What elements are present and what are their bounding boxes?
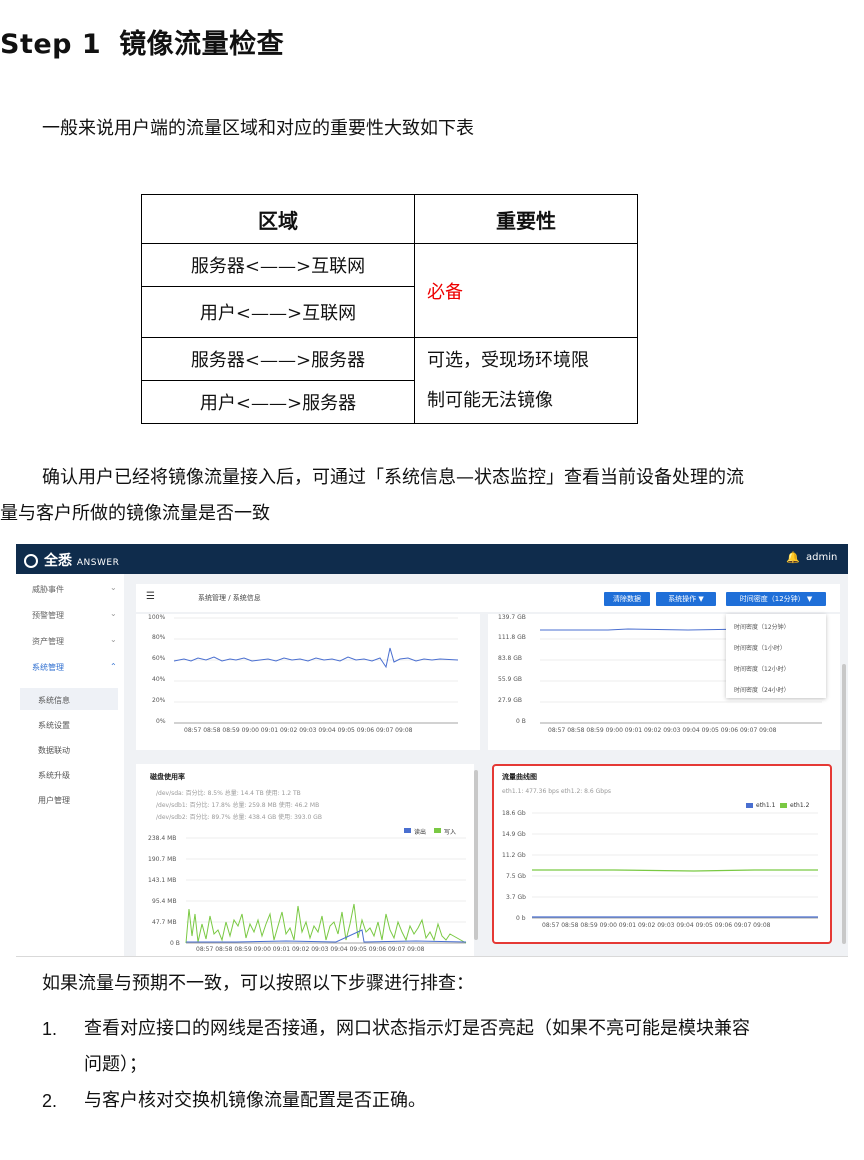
step-number: Step 1	[0, 29, 102, 60]
step-num: 2.	[42, 1091, 58, 1111]
sidebar-item-system[interactable]: 系统管理	[32, 662, 64, 673]
submenu-system-settings[interactable]: 系统设置	[38, 720, 70, 731]
dropdown-option[interactable]: 时间密度（24小时）	[734, 685, 790, 694]
x-ticks: 08:57 08:58 08:59 09:00 09:01 09:02 09:0…	[542, 922, 771, 929]
area-cell: 服务器<——>互联网	[141, 243, 415, 287]
col-header-importance: 重要性	[414, 194, 638, 244]
chevron-up-icon: ⌃	[110, 662, 117, 671]
importance-optional-line1: 可选，受现场环境限	[427, 349, 589, 371]
scrollbar[interactable]	[842, 664, 846, 944]
disk-line-svg	[185, 837, 467, 944]
sidebar-item-asset[interactable]: 资产管理	[32, 636, 64, 647]
area-cell: 用户<——>互联网	[141, 286, 415, 338]
list-item: 2. 与客户核对交换机镜像流量配置是否正确。	[42, 1083, 750, 1119]
troubleshoot-steps: 1. 查看对应接口的网线是否接通，网口状态指示灯是否亮起（如果不亮可能是模块兼容…	[42, 1011, 750, 1119]
dropdown-option[interactable]: 时间密度（1小时）	[734, 643, 786, 652]
cpu-chart-card: 100% 80% 60% 40% 20% 0% 08:57 08:58 08:5…	[136, 614, 480, 750]
logo: 全悉 ANSWER	[24, 550, 119, 570]
x-ticks: 08:57 08:58 08:59 09:00 09:01 09:02 09:0…	[548, 727, 777, 734]
time-density-dropdown: 时间密度（12分钟） 时间密度（1小时） 时间密度（12小时） 时间密度（24小…	[726, 614, 826, 698]
time-density-button[interactable]: 时间密度（12分钟） ▼	[726, 592, 826, 606]
monitor-screenshot: 全悉 ANSWER 🔔 admin 威胁事件 ⌄ 预警管理 ⌄ 资产管理 ⌄ 系…	[16, 544, 848, 957]
breadcrumb-bar: ☰ 系统管理 / 系统信息 清除数据 系统操作 ▼ 时间密度（12分钟） ▼	[136, 584, 840, 612]
step-text-line1: 查看对应接口的网线是否接通，网口状态指示灯是否亮起（如果不亮可能是模块兼容	[84, 1018, 750, 1039]
scrollbar[interactable]	[474, 770, 478, 940]
importance-optional-line2: 制可能无法镜像	[427, 389, 553, 411]
traffic-chart-card: 流量曲线图 eth1.1: 477.36 bps eth1.2: 8.6 Gbp…	[492, 764, 832, 944]
step-text-line2: 问题）；	[84, 1054, 147, 1075]
step-num: 1.	[42, 1019, 58, 1039]
list-item: 1. 查看对应接口的网线是否接通，网口状态指示灯是否亮起（如果不亮可能是模块兼容…	[42, 1011, 750, 1083]
step-heading: Step 1 镜像流量检查	[0, 22, 284, 61]
x-ticks: 08:57 08:58 08:59 09:00 09:01 09:02 09:0…	[196, 946, 425, 953]
submenu-system-info[interactable]: 系统信息	[38, 695, 70, 706]
clear-data-button[interactable]: 清除数据	[604, 592, 650, 606]
importance-cell-optional: 可选，受现场环境限 制可能无法镜像	[414, 337, 638, 424]
area-cell: 服务器<——>服务器	[141, 337, 415, 381]
importance-cell-required: 必备	[414, 243, 638, 338]
para2-line2: 量与客户所做的镜像流量是否一致	[0, 503, 270, 524]
submenu-system-upgrade[interactable]: 系统升级	[38, 770, 70, 781]
x-ticks: 08:57 08:58 08:59 09:00 09:01 09:02 09:0…	[184, 727, 413, 734]
area-cell: 用户<——>服务器	[141, 380, 415, 424]
chevron-down-icon: ⌄	[110, 609, 117, 618]
system-op-button[interactable]: 系统操作 ▼	[656, 592, 716, 606]
logo-sub: ANSWER	[76, 558, 120, 568]
disk-chart-card: 磁盘使用率 /dev/sda: 百分比: 8.5% 总量: 14.4 TB 使用…	[136, 764, 474, 956]
sidebar-item-threat[interactable]: 威胁事件	[32, 584, 64, 595]
step-title: 镜像流量检查	[119, 29, 285, 60]
menu-icon[interactable]: ☰	[146, 591, 155, 602]
logo-text: 全悉	[44, 553, 72, 569]
top-bar: 全悉 ANSWER 🔔 admin	[16, 544, 848, 574]
submenu-user-manage[interactable]: 用户管理	[38, 795, 70, 806]
breadcrumb: 系统管理 / 系统信息	[198, 594, 261, 602]
sidebar-item-alert[interactable]: 预警管理	[32, 610, 64, 621]
logo-icon	[24, 554, 38, 568]
chevron-down-icon: ⌄	[110, 583, 117, 592]
step-text-line1: 与客户核对交换机镜像流量配置是否正确。	[84, 1090, 426, 1111]
table-header-row: 区域 重要性	[141, 194, 638, 244]
table-row: 服务器<——>服务器 可选，受现场环境限 制可能无法镜像	[141, 337, 638, 424]
para2-line1: 确认用户已经将镜像流量接入后，可通过「系统信息—状态监控」查看当前设备处理的流	[42, 467, 744, 488]
intro-text: 一般来说用户端的流量区域和对应的重要性大致如下表	[42, 118, 474, 139]
chevron-down-icon: ⌄	[110, 635, 117, 644]
submenu-data-linkage[interactable]: 数据联动	[38, 745, 70, 756]
admin-user[interactable]: admin	[806, 552, 837, 563]
traffic-line-svg	[532, 812, 818, 919]
dropdown-option[interactable]: 时间密度（12小时）	[734, 664, 790, 673]
sidebar: 威胁事件 ⌄ 预警管理 ⌄ 资产管理 ⌄ 系统管理 ⌃ 系统信息 系统设置 数据…	[16, 574, 124, 956]
bell-icon[interactable]: 🔔	[786, 551, 800, 564]
traffic-importance-table: 区域 重要性 服务器<——>互联网 必备 用户<——>互联网 服务器<——>服务…	[141, 194, 638, 424]
col-header-area: 区域	[141, 194, 415, 244]
para3: 如果流量与预期不一致，可以按照以下步骤进行排查：	[42, 973, 474, 994]
dropdown-option[interactable]: 时间密度（12分钟）	[734, 622, 790, 631]
table-row: 服务器<——>互联网 必备	[141, 243, 638, 338]
